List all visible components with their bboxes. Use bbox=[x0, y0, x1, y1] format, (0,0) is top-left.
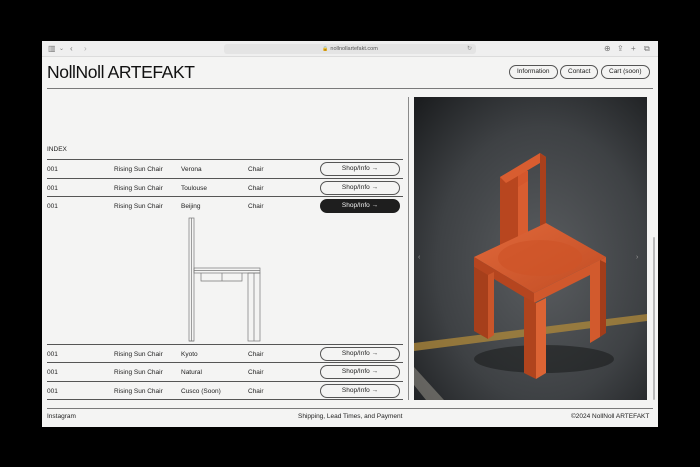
shop-info-button[interactable]: Shop/Info → bbox=[320, 384, 400, 398]
row-number: 001 bbox=[47, 351, 58, 358]
row-type: Chair bbox=[248, 369, 264, 376]
row-type: Chair bbox=[248, 388, 264, 395]
shop-info-button[interactable]: Shop/Info → bbox=[320, 365, 400, 379]
row-product-name: Rising Sun Chair bbox=[114, 388, 163, 395]
information-button[interactable]: Information bbox=[509, 65, 558, 79]
row-location: Toulouse bbox=[181, 185, 208, 192]
page-scrollbar[interactable] bbox=[653, 237, 655, 400]
index-heading: INDEX bbox=[47, 146, 67, 153]
row-location: Beijing bbox=[181, 203, 201, 210]
row-number: 001 bbox=[47, 203, 58, 210]
browser-toolbar: ▥ ⌄ ‹ › 🔒 nollnollartefakt.com ↻ ⊕ ⇪ + ⧉ bbox=[42, 41, 658, 57]
table-row[interactable]: 001 Rising Sun Chair Verona Chair Shop/I… bbox=[47, 159, 403, 177]
share-icon[interactable]: ⇪ bbox=[617, 44, 624, 54]
row-product-name: Rising Sun Chair bbox=[114, 203, 163, 210]
tabs-icon[interactable]: ⧉ bbox=[644, 44, 650, 54]
shop-info-button-active[interactable]: Shop/Info → bbox=[320, 199, 400, 213]
table-row[interactable]: 001 Rising Sun Chair Natural Chair Shop/… bbox=[47, 362, 403, 380]
nav-cart[interactable]: Cart (soon) bbox=[601, 65, 650, 79]
table-row[interactable]: 001 Rising Sun Chair Cusco (Soon) Chair … bbox=[47, 381, 403, 399]
column-divider bbox=[408, 97, 409, 400]
forward-icon[interactable]: › bbox=[84, 44, 87, 54]
photo-next-icon[interactable]: › bbox=[636, 254, 638, 261]
row-product-name: Rising Sun Chair bbox=[114, 351, 163, 358]
photo-prev-icon[interactable]: ‹ bbox=[418, 254, 420, 261]
row-number: 001 bbox=[47, 166, 58, 173]
row-location: Natural bbox=[181, 369, 202, 376]
contact-button[interactable]: Contact bbox=[560, 65, 599, 79]
row-number: 001 bbox=[47, 369, 58, 376]
chevron-down-icon[interactable]: ⌄ bbox=[59, 44, 64, 54]
row-type: Chair bbox=[248, 351, 264, 358]
row-type: Chair bbox=[248, 185, 264, 192]
site-logo[interactable]: NollNoll ARTEFAKT bbox=[47, 62, 195, 83]
download-icon[interactable]: ⊕ bbox=[604, 44, 611, 54]
table-row[interactable]: 001 Rising Sun Chair Toulouse Chair Shop… bbox=[47, 178, 403, 196]
table-bottom-divider bbox=[47, 399, 403, 400]
row-location: Cusco (Soon) bbox=[181, 388, 221, 395]
row-product-name: Rising Sun Chair bbox=[114, 166, 163, 173]
nav-contact[interactable]: Contact bbox=[560, 65, 599, 79]
copyright-text: ©2024 NollNoll ARTEFAKT bbox=[571, 413, 650, 420]
table-row[interactable]: 001 Rising Sun Chair Kyoto Chair Shop/In… bbox=[47, 344, 403, 362]
shop-info-button[interactable]: Shop/Info → bbox=[320, 162, 400, 176]
row-type: Chair bbox=[248, 203, 264, 210]
product-photo[interactable] bbox=[414, 97, 647, 400]
chair-line-drawing bbox=[188, 217, 261, 342]
shop-info-button[interactable]: Shop/Info → bbox=[320, 181, 400, 195]
lock-icon: 🔒 bbox=[322, 46, 329, 52]
back-icon[interactable]: ‹ bbox=[70, 44, 73, 54]
table-row-expanded[interactable]: 001 Rising Sun Chair Beijing Chair Shop/… bbox=[47, 196, 403, 214]
row-number: 001 bbox=[47, 185, 58, 192]
nav-information[interactable]: Information bbox=[509, 65, 558, 79]
row-number: 001 bbox=[47, 388, 58, 395]
browser-window: ▥ ⌄ ‹ › 🔒 nollnollartefakt.com ↻ ⊕ ⇪ + ⧉ … bbox=[42, 41, 658, 427]
chair-photo-illustration bbox=[414, 97, 647, 400]
footer-divider bbox=[47, 408, 653, 409]
row-location: Verona bbox=[181, 166, 202, 173]
row-product-name: Rising Sun Chair bbox=[114, 369, 163, 376]
row-product-name: Rising Sun Chair bbox=[114, 185, 163, 192]
url-text: nollnollartefakt.com bbox=[330, 46, 378, 52]
shipping-link[interactable]: Shipping, Lead Times, and Payment bbox=[298, 413, 402, 420]
sidebar-icon[interactable]: ▥ bbox=[48, 44, 56, 54]
address-bar[interactable]: 🔒 nollnollartefakt.com ↻ bbox=[224, 44, 476, 54]
row-location: Kyoto bbox=[181, 351, 198, 358]
header-divider bbox=[47, 88, 653, 89]
row-type: Chair bbox=[248, 166, 264, 173]
cart-button[interactable]: Cart (soon) bbox=[601, 65, 650, 79]
plus-icon[interactable]: + bbox=[631, 44, 636, 54]
shop-info-button[interactable]: Shop/Info → bbox=[320, 347, 400, 361]
instagram-link[interactable]: Instagram bbox=[47, 413, 76, 420]
reload-icon[interactable]: ↻ bbox=[467, 44, 472, 54]
